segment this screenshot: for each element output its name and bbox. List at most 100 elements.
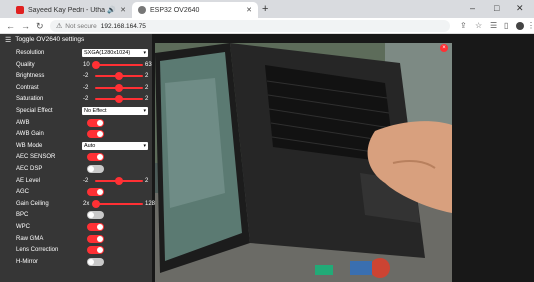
browser-toolbar: ← → ↻ ⚠ Not secure 192.168.164.75 ⇪ ☆ ☰ … [0, 18, 534, 34]
new-tab-button[interactable]: + [262, 3, 268, 15]
slider-min-label: -2 [83, 73, 89, 80]
chevron-down-icon: ▾ [143, 50, 146, 56]
setting-row: Raw GMA [16, 234, 150, 244]
slider-max-label: 2 [145, 96, 149, 103]
setting-row: AEC DSP [16, 164, 150, 174]
setting-label: WB Mode [16, 142, 43, 149]
slider-thumb[interactable] [115, 72, 123, 81]
setting-row: H-Mirror [16, 257, 150, 267]
browser-tab-strip: Sayeed Kay Pedri - Utha Us... 🔊 ✕ ESP32 … [0, 0, 534, 18]
toggle-settings-button[interactable]: ☰ Toggle OV2640 settings [5, 35, 84, 44]
tab-title: ESP32 OV2640 [150, 6, 200, 14]
toggle-switch[interactable] [87, 257, 104, 266]
close-window-button[interactable]: ✕ [516, 3, 524, 14]
maximize-button[interactable]: □ [494, 3, 499, 13]
minimize-button[interactable]: ‒ [470, 3, 475, 13]
setting-row: WB Mode Auto ▾ [16, 141, 150, 151]
menu-dots-icon[interactable]: ⋮ [527, 21, 534, 31]
slider-thumb[interactable] [115, 176, 123, 185]
select-value: Auto [84, 142, 96, 149]
setting-row: Saturation -2 2 [16, 94, 150, 104]
address-bar[interactable]: ⚠ Not secure 192.168.164.75 [50, 20, 450, 32]
reading-list-icon[interactable]: ☰ [490, 21, 497, 31]
slider-thumb[interactable] [92, 60, 101, 69]
setting-row: AE Level -2 2 [16, 176, 150, 186]
toggle-knob [88, 212, 94, 219]
slider-max-label: 63 [145, 61, 152, 68]
setting-label: Quality [16, 61, 35, 68]
setting-row: AWB Gain [16, 129, 150, 139]
setting-row: Resolution SXGA(1280x1024) ▾ [16, 48, 150, 58]
toggle-switch[interactable] [87, 118, 104, 127]
setting-label: Gain Ceiling [16, 200, 49, 207]
hamburger-menu-icon: ☰ [5, 36, 12, 44]
setting-row: Quality 10 63 [16, 60, 152, 70]
tab-title: Sayeed Kay Pedri - Utha Us... [28, 6, 106, 14]
setting-row: Lens Correction [16, 245, 150, 255]
slider-min-label: -2 [83, 84, 89, 91]
toggle-switch[interactable] [87, 153, 104, 162]
setting-select[interactable]: No Effect ▾ [82, 107, 148, 115]
slider-thumb[interactable] [115, 83, 123, 92]
profile-avatar[interactable] [516, 22, 524, 30]
slider-max-label: 2 [145, 73, 149, 80]
toggle-knob [97, 119, 103, 126]
chevron-down-icon: ▾ [143, 142, 146, 149]
toggle-knob [97, 131, 103, 138]
toggle-switch[interactable] [87, 211, 104, 220]
toggle-switch[interactable] [87, 234, 104, 243]
toggle-switch[interactable] [87, 246, 104, 255]
browser-tab-esp32[interactable]: ESP32 OV2640 ✕ [132, 2, 258, 18]
setting-row: Gain Ceiling 2x 128x [16, 199, 158, 209]
slider-min-label: -2 [83, 177, 89, 184]
setting-label: AWB [16, 119, 30, 126]
setting-select[interactable]: SXGA(1280x1024) ▾ [82, 49, 148, 57]
setting-select[interactable]: Auto ▾ [82, 141, 148, 150]
slider-min-label: -2 [83, 96, 89, 103]
setting-row: AEC SENSOR [16, 152, 150, 162]
setting-label: WPC [16, 224, 30, 230]
setting-label: Brightness [16, 73, 45, 80]
close-stream-button[interactable]: × [440, 44, 448, 52]
toggle-switch[interactable] [87, 165, 104, 173]
share-icon[interactable]: ⇪ [460, 21, 467, 31]
setting-row: Brightness -2 2 [16, 71, 150, 81]
slider-min-label: 10 [83, 61, 90, 68]
tab-close-icon[interactable]: ✕ [120, 6, 126, 14]
url-text: 192.168.164.75 [100, 22, 146, 30]
setting-label: AEC SENSOR [16, 154, 56, 161]
reload-icon[interactable]: ↻ [36, 20, 44, 32]
chevron-down-icon: ▾ [143, 108, 146, 114]
star-icon[interactable]: ☆ [475, 21, 482, 31]
warning-icon: ⚠ [56, 23, 63, 30]
toggle-switch[interactable] [87, 223, 104, 231]
toggle-switch[interactable] [87, 130, 104, 139]
esp32-camera-page: ☰ Toggle OV2640 settings Resolution SXGA(… [0, 34, 534, 282]
setting-label: H-Mirror [16, 258, 38, 265]
toggle-knob [88, 258, 94, 265]
toggle-settings-label: Toggle OV2640 settings [15, 36, 85, 43]
setting-label: Raw GMA [16, 235, 44, 242]
slider-thumb[interactable] [92, 199, 101, 208]
youtube-favicon-icon [16, 6, 24, 14]
setting-row: AGC [16, 187, 150, 197]
setting-label: AGC [16, 189, 30, 196]
slider-track[interactable] [95, 202, 143, 205]
setting-row: Special Effect No Effect ▾ [16, 106, 150, 116]
forward-arrow-icon[interactable]: → [21, 20, 30, 32]
back-arrow-icon[interactable]: ← [6, 20, 15, 32]
slider-thumb[interactable] [115, 95, 123, 104]
setting-label: Lens Correction [16, 247, 59, 254]
browser-tab-youtube[interactable]: Sayeed Kay Pedri - Utha Us... 🔊 ✕ [10, 2, 132, 18]
tab-close-icon[interactable]: ✕ [246, 6, 252, 14]
toggle-knob [97, 247, 103, 254]
slider-max-label: 2 [145, 177, 149, 184]
setting-label: Saturation [16, 96, 44, 103]
sidebar-icon[interactable]: ▯ [504, 21, 508, 31]
toggle-knob [88, 166, 94, 172]
setting-label: BPC [16, 212, 29, 219]
select-value: SXGA(1280x1024) [84, 50, 131, 56]
toggle-switch[interactable] [87, 188, 104, 197]
slider-track[interactable] [95, 63, 143, 66]
setting-label: AWB Gain [16, 131, 44, 138]
